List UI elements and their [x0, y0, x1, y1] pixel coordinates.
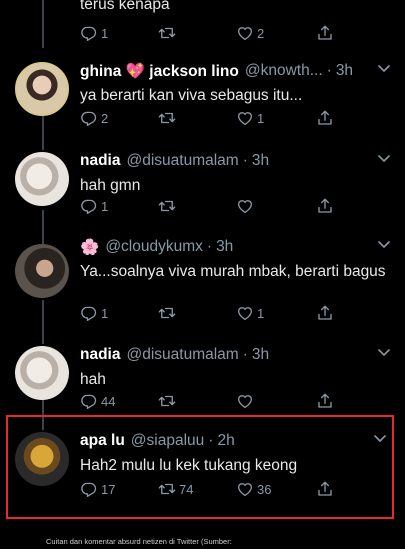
tweet-header: nadia @disuatumalam · 3h: [80, 152, 270, 170]
reply-icon: [80, 304, 98, 322]
timestamp[interactable]: 3h: [216, 238, 233, 256]
chevron-down-icon[interactable]: [377, 240, 391, 250]
reply-button[interactable]: 1: [80, 23, 108, 43]
tweet-header: 🌸 @cloudykumx · 3h: [80, 238, 234, 257]
avatar[interactable]: [15, 62, 69, 116]
tweet-header: ghina 💖 jackson lino @knowth... · 3h: [80, 62, 354, 81]
image-caption: Cuitan dan komentar absurd netizen di Tw…: [46, 537, 232, 546]
heart-emoji: 💖: [125, 62, 145, 80]
tweet-actions: 1 2: [80, 23, 340, 43]
retweet-button[interactable]: [158, 196, 176, 216]
like-icon: [236, 197, 254, 215]
tweet-text: Ya...soalnya viva murah mbak, berarti ba…: [80, 263, 386, 280]
tweet-text: terus kenapa: [80, 0, 170, 13]
like-icon: [236, 24, 254, 42]
retweet-button[interactable]: [158, 108, 176, 128]
share-icon: [316, 109, 334, 127]
reply-button[interactable]: 1: [80, 196, 108, 216]
tweet-header: nadia @disuatumalam · 3h: [80, 346, 270, 364]
chevron-down-icon[interactable]: [377, 64, 391, 74]
username[interactable]: @disuatumalam: [126, 346, 238, 364]
share-icon: [316, 392, 334, 410]
like-button[interactable]: [236, 391, 254, 411]
username[interactable]: @disuatumalam: [126, 152, 238, 170]
thread-line: [42, 0, 44, 48]
like-icon: [236, 392, 254, 410]
tweet-actions: 1 1: [80, 303, 340, 323]
tweet-text: hah gmn: [80, 177, 141, 194]
like-icon: [236, 109, 254, 127]
share-icon: [316, 304, 334, 322]
retweet-icon: [158, 392, 176, 410]
like-button[interactable]: 2: [236, 23, 264, 43]
display-name[interactable]: nadia: [80, 346, 120, 364]
avatar[interactable]: [15, 244, 69, 298]
timestamp[interactable]: 3h: [252, 152, 269, 170]
retweet-button[interactable]: [158, 303, 176, 323]
share-button[interactable]: [316, 303, 334, 323]
tweet-text: hah: [80, 371, 106, 388]
retweet-icon: [158, 304, 176, 322]
retweet-button[interactable]: [158, 23, 176, 43]
display-name[interactable]: nadia: [80, 152, 120, 170]
thread-line: [42, 116, 44, 150]
username[interactable]: @knowth...: [245, 62, 323, 80]
tweet-text: ya berarti kan viva sebagus itu...: [80, 87, 303, 104]
reply-icon: [80, 392, 98, 410]
display-name[interactable]: ghina 💖 jackson lino: [80, 62, 239, 81]
reply-button[interactable]: 44: [80, 391, 115, 411]
reply-icon: [80, 24, 98, 42]
reply-button[interactable]: 2: [80, 108, 108, 128]
avatar[interactable]: [15, 152, 69, 206]
highlight-box: [6, 415, 394, 519]
tweet-actions: 44: [80, 391, 340, 411]
share-button[interactable]: [316, 23, 334, 43]
share-icon: [316, 24, 334, 42]
chevron-down-icon[interactable]: [377, 154, 391, 164]
share-button[interactable]: [316, 108, 334, 128]
like-button[interactable]: 1: [236, 303, 264, 323]
timestamp[interactable]: 3h: [252, 346, 269, 364]
retweet-icon: [158, 24, 176, 42]
avatar[interactable]: [15, 346, 69, 400]
reply-icon: [80, 109, 98, 127]
reply-icon: [80, 197, 98, 215]
thread-line: [42, 300, 44, 344]
tweet-actions: 2 1: [80, 108, 340, 128]
timestamp[interactable]: 3h: [336, 62, 353, 80]
share-button[interactable]: [316, 196, 334, 216]
tweet-actions: 1: [80, 196, 340, 216]
tweet-thread: terus kenapa 1 2 ghina 💖 jackson lino @k…: [0, 0, 405, 525]
share-icon: [316, 197, 334, 215]
reply-button[interactable]: 1: [80, 303, 108, 323]
like-button[interactable]: 1: [236, 108, 264, 128]
retweet-icon: [158, 197, 176, 215]
display-name[interactable]: 🌸: [80, 238, 99, 257]
chevron-down-icon[interactable]: [377, 348, 391, 358]
retweet-button[interactable]: [158, 391, 176, 411]
username[interactable]: @cloudykumx: [105, 238, 203, 256]
retweet-icon: [158, 109, 176, 127]
like-icon: [236, 304, 254, 322]
thread-line: [42, 210, 44, 244]
share-button[interactable]: [316, 391, 334, 411]
like-button[interactable]: [236, 196, 254, 216]
